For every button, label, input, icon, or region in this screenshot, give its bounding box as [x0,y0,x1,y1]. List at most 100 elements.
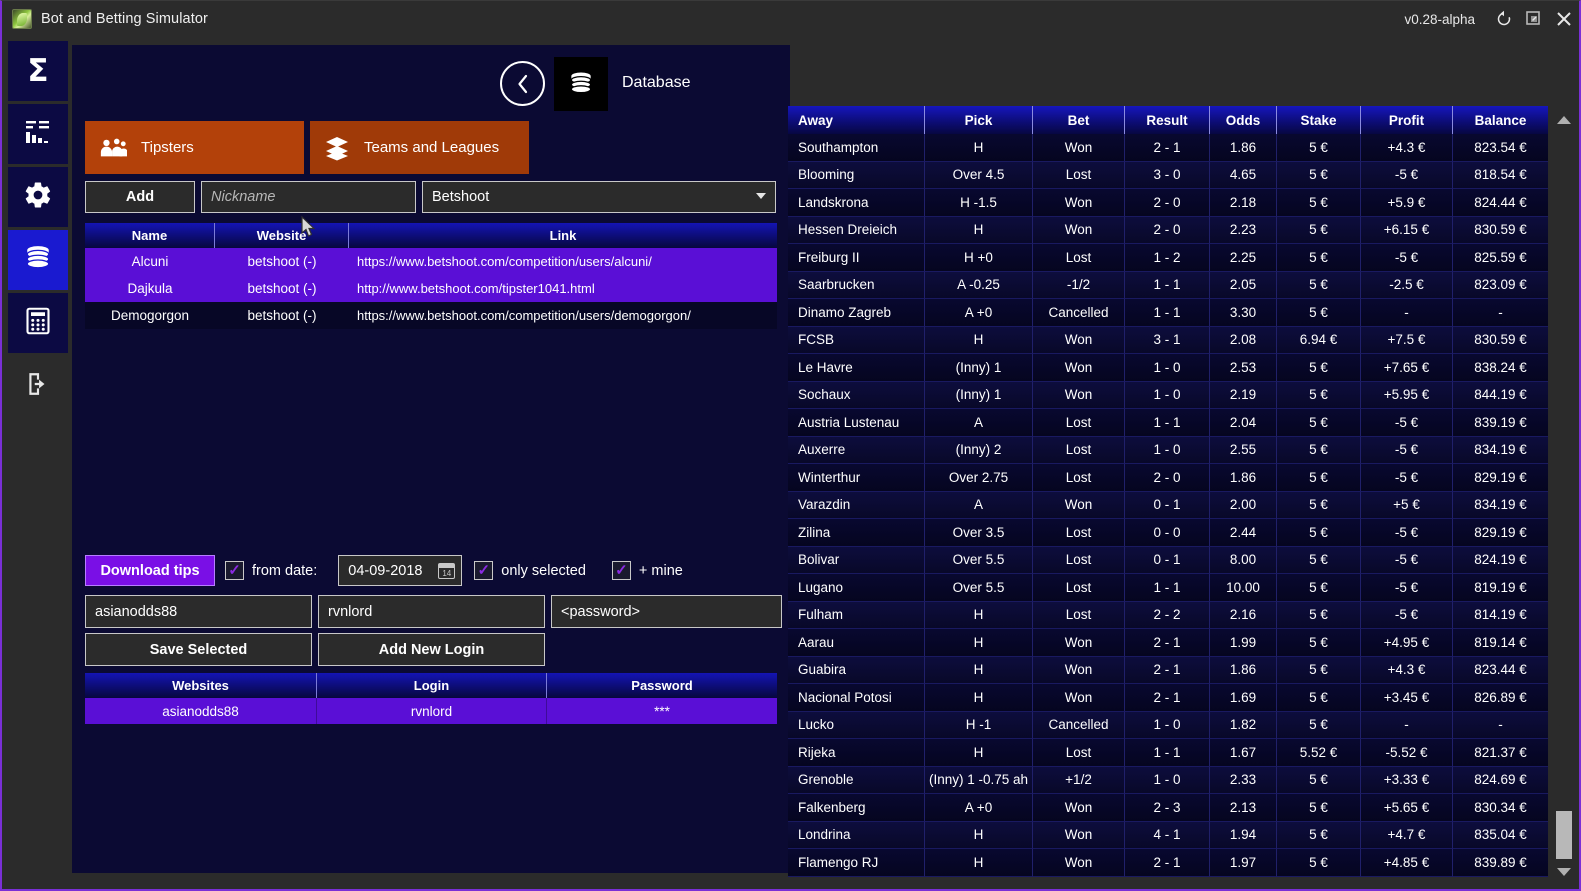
column-header-result[interactable]: Result [1125,106,1210,134]
column-header-link[interactable]: Link [349,223,777,248]
column-header-website[interactable]: Website [215,223,349,248]
add-new-login-button[interactable]: Add New Login [318,633,545,666]
column-header-profit[interactable]: Profit [1361,106,1453,134]
cell-login: rvnlord [317,698,547,724]
cell-link[interactable]: https://www.betshoot.com/competition/use… [349,248,777,275]
table-row[interactable]: Lugano Over 5.5 Lost 1 - 1 10.00 5 € -5 €819.1… [788,574,1548,602]
table-row[interactable]: Grenoble (Inny) 1 -0.75 ah +1/2 1 - 0 2.33 5 … [788,766,1548,794]
tab-teams-and-leagues[interactable]: Teams and Leagues [310,121,529,174]
from-date-value: 04-09-2018 [348,562,423,579]
column-header-stake[interactable]: Stake [1277,106,1361,134]
add-button[interactable]: Add [85,181,195,213]
cell-link[interactable]: https://www.betshoot.com/competition/use… [349,302,777,329]
table-row[interactable]: Rijeka H Lost 1 - 1 1.67 5.52 € -5.52 €821.37 … [788,739,1548,767]
table-row[interactable]: Nacional Potosi H Won 2 - 1 1.69 5 € +3.45 €82… [788,684,1548,712]
cell-stake: 5 € [1277,574,1361,602]
table-row[interactable]: Blooming Over 4.5 Lost 3 - 0 4.65 5 € -5 €818.… [788,161,1548,189]
credential-password-input[interactable] [551,595,782,628]
cell-odds: 2.23 [1210,216,1277,244]
table-row[interactable]: Alcuni betshoot (-) https://www.betshoot.c… [85,248,777,275]
cell-profit: +4.85 € [1361,849,1453,877]
website-select-value[interactable] [422,181,776,213]
table-row[interactable]: Zilina Over 3.5 Lost 0 - 0 2.44 5 € -5 €829.19… [788,519,1548,547]
column-header-away[interactable]: Away [788,106,925,134]
from-date-checkbox[interactable]: ✓ [225,561,244,580]
sidebar-item-settings[interactable] [8,167,68,227]
save-selected-button[interactable]: Save Selected [85,633,312,666]
sidebar-item-logout[interactable] [8,356,68,416]
sidebar-item-database[interactable] [8,230,68,290]
table-row[interactable]: Flamengo RJ H Won 2 - 1 1.97 5 € +4.85 €839.89… [788,849,1548,877]
table-row[interactable]: Austria Lustenau A Lost 1 - 1 2.04 5 € -5 €839… [788,409,1548,437]
table-row[interactable]: Guabira H Won 2 - 1 1.86 5 € +4.3 €823.44 € [788,656,1548,684]
column-header-balance[interactable]: Balance [1453,106,1548,134]
table-row[interactable]: FCSB H Won 3 - 1 2.08 6.94 € +7.5 €830.59 € [788,326,1548,354]
sidebar-item-statistics[interactable] [8,104,68,164]
cell-pick: Over 3.5 [925,519,1033,547]
table-row[interactable]: Lucko H -1 Cancelled 1 - 0 1.82 5 € - - [788,711,1548,739]
table-row[interactable]: Hessen Dreieich H Won 2 - 0 2.23 5 € +6.15 €83… [788,216,1548,244]
close-icon[interactable] [1549,1,1579,37]
column-header-pick[interactable]: Pick [925,106,1033,134]
table-row[interactable]: Freiburg II H +0 Lost 1 - 2 2.25 5 € -5 €825.5… [788,244,1548,272]
scrollbar-thumb[interactable] [1556,811,1572,859]
refresh-icon[interactable] [1489,1,1519,37]
table-row[interactable]: Auxerre (Inny) 2 Lost 1 - 0 2.55 5 € -5 €834.1… [788,436,1548,464]
nickname-input[interactable] [201,181,416,213]
table-row[interactable]: Bolivar Over 5.5 Lost 0 - 1 8.00 5 € -5 €824.1… [788,546,1548,574]
column-header-bet[interactable]: Bet [1033,106,1125,134]
cell-balance: 824.44 € [1453,189,1548,217]
restore-icon[interactable] [1519,1,1549,37]
table-row[interactable]: Winterthur Over 2.75 Lost 2 - 0 1.86 5 € -5 €8… [788,464,1548,492]
cell-stake: 5 € [1277,244,1361,272]
table-row[interactable]: Aarau H Won 2 - 1 1.99 5 € +4.95 €819.14 € [788,629,1548,657]
cell-link[interactable]: http://www.betshoot.com/tipster1041.html [349,275,777,302]
column-header-password[interactable]: Password [547,673,777,698]
cell-bet: Lost [1033,244,1125,272]
back-button[interactable] [500,61,545,106]
table-row[interactable]: Sochaux (Inny) 1 Won 1 - 0 2.19 5 € +5.95 €844… [788,381,1548,409]
only-selected-checkbox[interactable]: ✓ [474,561,494,580]
sidebar-item-summary[interactable]: Σ [8,41,68,101]
sidebar-item-calculator[interactable] [8,293,68,353]
cell-result: 0 - 1 [1125,491,1210,519]
tab-tipsters[interactable]: Tipsters [85,121,304,174]
cell-bet: Lost [1033,546,1125,574]
table-row[interactable]: Southampton H Won 2 - 1 1.86 5 € +4.3 €823.54 … [788,134,1548,162]
website-select[interactable] [422,181,776,213]
column-header-odds[interactable]: Odds [1210,106,1277,134]
table-row[interactable]: Fulham H Lost 2 - 2 2.16 5 € -5 €814.19 € [788,601,1548,629]
cell-website: asianodds88 [85,698,317,724]
cell-result: 3 - 1 [1125,326,1210,354]
cell-bet: Won [1033,189,1125,217]
table-row[interactable]: Falkenberg A +0 Won 2 - 3 2.13 5 € +5.65 €830.… [788,794,1548,822]
download-tips-button[interactable]: Download tips [85,555,215,586]
from-date-field[interactable]: 04-09-2018 14 [338,555,463,586]
cell-pick: H [925,629,1033,657]
cell-result: 2 - 2 [1125,601,1210,629]
credential-login-input[interactable] [318,595,545,628]
table-row[interactable]: Landskrona H -1.5 Won 2 - 0 2.18 5 € +5.9 €824… [788,189,1548,217]
column-header-name[interactable]: Name [85,223,215,248]
table-row[interactable]: Varazdin A Won 0 - 1 2.00 5 € +5 €834.19 € [788,491,1548,519]
plus-mine-checkbox[interactable]: ✓ [611,561,631,580]
vertical-scrollbar[interactable] [1552,111,1575,881]
table-row[interactable]: Demogorgon betshoot (-) https://www.betsho… [85,302,777,329]
cell-bet: Won [1033,794,1125,822]
table-row[interactable]: Saarbrucken A -0.25 -1/2 1 - 1 2.05 5 € -2.5 €… [788,271,1548,299]
column-header-login[interactable]: Login [317,673,547,698]
calendar-icon[interactable]: 14 [438,562,456,579]
scroll-down-button[interactable] [1552,863,1575,881]
column-header-websites[interactable]: Websites [85,673,317,698]
cell-away: Blooming [788,161,925,189]
table-row[interactable]: Le Havre (Inny) 1 Won 1 - 0 2.53 5 € +7.65 €83… [788,354,1548,382]
table-row[interactable]: asianodds88 rvnlord *** [85,698,777,724]
cell-stake: 5 € [1277,381,1361,409]
cell-bet: Cancelled [1033,299,1125,327]
scroll-up-button[interactable] [1552,111,1575,129]
bar-chart-icon [23,117,53,152]
table-row[interactable]: Dinamo Zagreb A +0 Cancelled 1 - 1 3.30 5 € - - [788,299,1548,327]
table-row[interactable]: Dajkula betshoot (-) http://www.betshoot.c… [85,275,777,302]
table-row[interactable]: Londrina H Won 4 - 1 1.94 5 € +4.7 €835.04 € [788,821,1548,849]
credential-site-input[interactable] [85,595,312,628]
